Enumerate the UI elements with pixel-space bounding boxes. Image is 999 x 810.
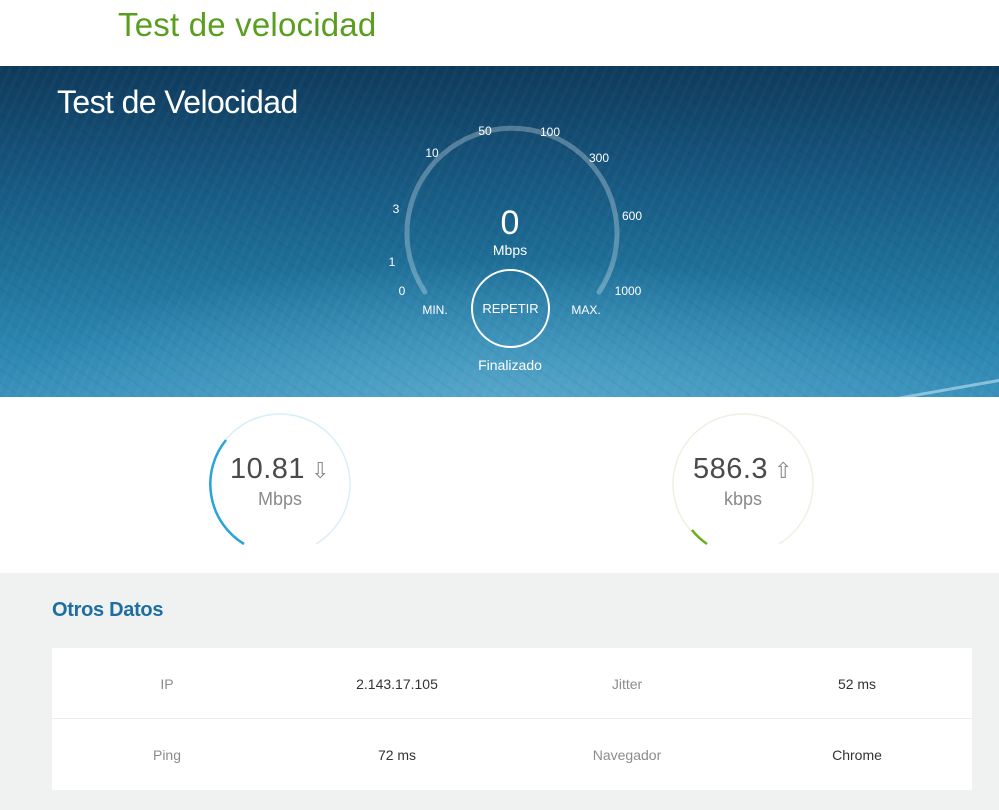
gauge-tick-label: 50 — [478, 124, 492, 138]
ip-label: IP — [160, 675, 174, 692]
test-status: Finalizado — [478, 357, 542, 373]
upload-value: 586.3 — [692, 453, 769, 485]
download-arrow-icon: ⇩ — [311, 458, 330, 483]
table-row: IP 2.143.17.105 Jitter 52 ms — [52, 648, 972, 719]
download-unit: Mbps — [257, 489, 302, 509]
gauge-tick-label: 3 — [393, 202, 400, 216]
upload-arrow-icon: ⇧ — [774, 458, 793, 483]
jitter-label: Jitter — [611, 675, 643, 692]
other-data-table: IP 2.143.17.105 Jitter 52 ms Ping 72 ms … — [52, 648, 972, 790]
jitter-value: 52 ms — [837, 675, 877, 692]
ping-label: Ping — [152, 746, 182, 763]
upload-result: 586.3 ⇧ kbps — [670, 411, 816, 557]
upload-value-row: 586.3 ⇧ — [670, 453, 816, 486]
download-value: 10.81 — [229, 453, 306, 485]
repeat-button[interactable]: REPETIR — [471, 269, 550, 348]
other-data-title: Otros Datos — [52, 599, 164, 621]
gauge-min-label: MIN. — [422, 303, 447, 317]
gauge-max-label: MAX. — [571, 303, 600, 317]
results-section: 10.81 ⇩ Mbps 586.3 ⇧ kbps — [0, 397, 999, 573]
gauge-tick-label: 10 — [425, 146, 439, 160]
table-row: Ping 72 ms Navegador Chrome — [52, 719, 972, 790]
page-title: Test de velocidad — [118, 6, 377, 43]
gauge-tick-label: 1 — [389, 255, 396, 269]
ping-value: 72 ms — [377, 746, 417, 763]
other-data-section: Otros Datos IP 2.143.17.105 Jitter 52 ms… — [0, 573, 999, 810]
browser-label: Navegador — [592, 746, 662, 763]
gauge-tick-label: 1000 — [615, 284, 642, 298]
speedtest-hero: Test de Velocidad 0 1 3 10 50 100 300 60… — [0, 66, 999, 397]
download-result: 10.81 ⇩ Mbps — [207, 411, 353, 557]
browser-value: Chrome — [832, 746, 882, 763]
upload-gauge-fill — [691, 529, 708, 546]
ip-value: 2.143.17.105 — [356, 675, 438, 692]
gauge-tick-label: 300 — [589, 151, 609, 165]
gauge-tick-label: 100 — [540, 125, 560, 139]
upload-unit: kbps — [723, 489, 763, 509]
gauge-tick-label: 600 — [622, 209, 642, 223]
current-speed-unit: Mbps — [492, 242, 528, 258]
gauge-tick-label: 0 — [399, 284, 406, 298]
download-value-row: 10.81 ⇩ — [207, 453, 353, 486]
current-speed-value: 0 — [500, 204, 520, 242]
